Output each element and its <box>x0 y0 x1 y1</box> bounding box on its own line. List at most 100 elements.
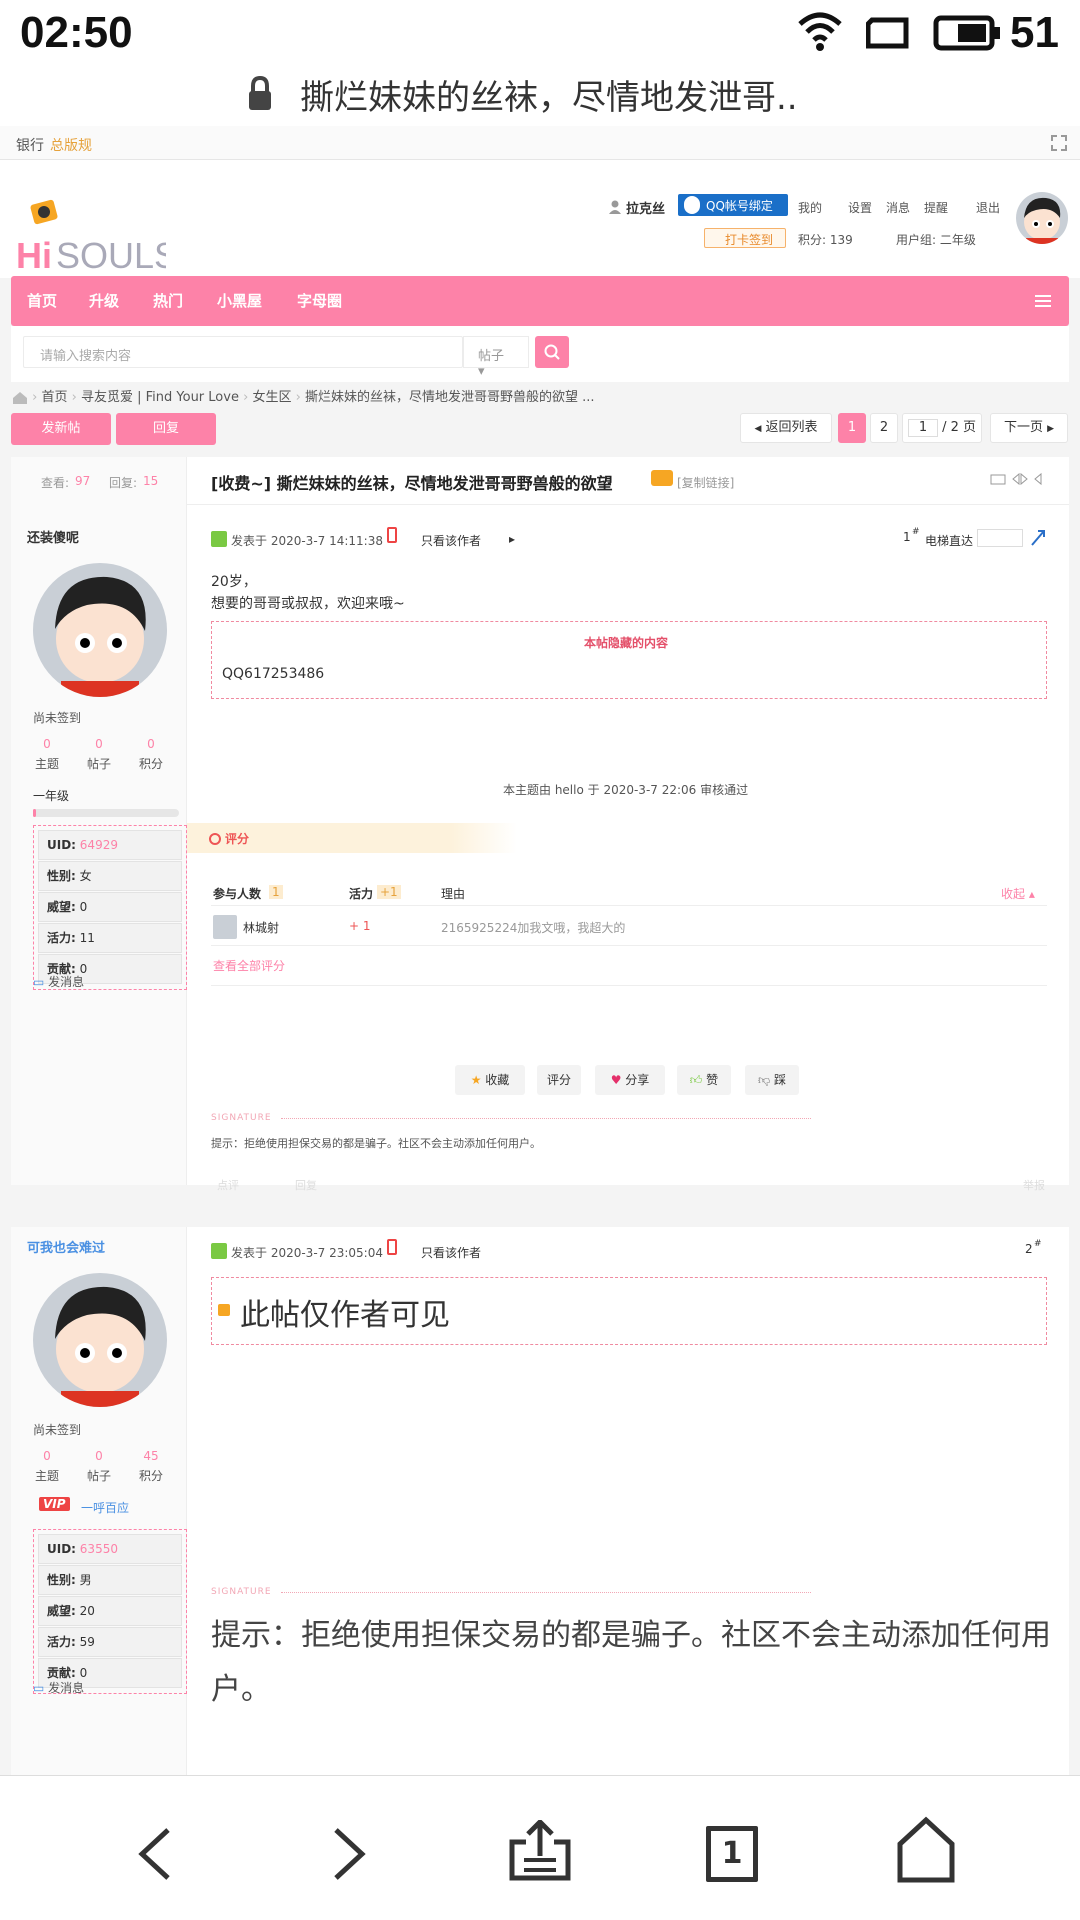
copy-link[interactable]: [复制链接] <box>677 474 734 491</box>
menu-icon[interactable] <box>1035 294 1051 308</box>
rating-header: 评分 <box>187 823 517 853</box>
messages-link[interactable]: 消息 <box>886 199 910 216</box>
nav-item-home[interactable]: 首页 <box>27 290 57 311</box>
next-page-button[interactable]: 下一页 ▶ <box>990 413 1068 443</box>
jump-icon[interactable] <box>1029 527 1047 547</box>
post-1-avatar[interactable] <box>33 563 167 697</box>
rating-value: + 1 <box>349 919 371 933</box>
search-button[interactable] <box>535 336 569 368</box>
lock-icon <box>249 76 271 110</box>
post-2-points[interactable]: 45 <box>131 1449 171 1463</box>
points-menu[interactable]: 积分: 139 <box>798 231 853 248</box>
rating-reason: 2165925224加我文哦，我超大的 <box>441 921 626 935</box>
post-1-topics[interactable]: 0 <box>27 737 67 751</box>
logout-link[interactable]: 退出 <box>976 199 1000 216</box>
post-2-only-author[interactable]: 只看该作者 <box>421 1244 481 1261</box>
page-2-button[interactable]: 2 <box>870 413 898 443</box>
post-2-send-message[interactable]: ▭ 发消息 <box>33 1679 84 1696</box>
thumbs-down-icon: 👎︎ <box>757 1073 771 1087</box>
home-icon[interactable] <box>12 391 28 405</box>
site-header: Hi SOULS 拉克丝 QQ帐号绑定 我的 设置 消息 提醒 退出 打卡签到 … <box>0 160 1080 278</box>
settings-link[interactable]: 设置 <box>848 199 872 216</box>
reminders-menu[interactable]: 提醒 <box>924 199 948 216</box>
share-button[interactable]: ♥ 分享 <box>595 1065 665 1095</box>
header-avatar[interactable] <box>1016 192 1068 244</box>
nav-item-letters[interactable]: 字母圈 <box>297 290 342 311</box>
views-count: 97 <box>75 474 91 488</box>
page-jump[interactable]: 1 / 2 页 <box>902 413 982 443</box>
rating-user[interactable]: 林城射 <box>243 919 279 936</box>
checkin-button[interactable]: 打卡签到 <box>704 228 786 248</box>
nav-item-hot[interactable]: 热门 <box>153 290 183 311</box>
rules-link[interactable]: 总版规 <box>50 135 92 155</box>
tabs-button[interactable]: 1 <box>706 1826 758 1882</box>
main-nav: 首页 升级 热门 小黑屋 字母圈 <box>11 276 1069 326</box>
post-1-prestige: 0 <box>79 900 88 914</box>
breadcrumb-section[interactable]: 寻友觅爱 | Find Your Love <box>81 390 239 405</box>
mine-menu[interactable]: 我的 <box>798 199 822 216</box>
post-2-signin: 尚未签到 <box>33 1423 82 1437</box>
audit-note: 本主题由 hello 于 2020-3-7 22:06 审核通过 <box>503 783 749 797</box>
breadcrumb-forum[interactable]: 女生区 <box>252 390 291 405</box>
vip-badge: VIP <box>39 1497 70 1511</box>
post-1-posts[interactable]: 0 <box>79 737 119 751</box>
qq-bind-button[interactable]: QQ帐号绑定 <box>678 194 788 216</box>
post-1-send-message[interactable]: ▭ 发消息 <box>33 973 84 990</box>
fullscreen-icon[interactable] <box>1050 134 1068 152</box>
post-2-profile: UID: 63550 性别: 男 威望: 20 活力: 59 贡献: 0 <box>33 1529 187 1694</box>
elevator-input[interactable] <box>977 529 1023 547</box>
view-all-ratings[interactable]: 查看全部评分 <box>213 957 285 974</box>
back-to-list-button[interactable]: ◀ 返回列表 <box>740 413 832 443</box>
post-2-contribution: 0 <box>79 1666 88 1680</box>
post-1-comment[interactable]: 点评 <box>217 1177 239 1193</box>
post-2-floor[interactable]: 2 <box>1025 1242 1033 1256</box>
post-2-avatar[interactable] <box>33 1273 167 1407</box>
search-input[interactable]: 请输入搜索内容 <box>23 336 463 368</box>
post-1-only-author[interactable]: 只看该作者 <box>421 532 481 549</box>
home-icon[interactable] <box>896 1816 956 1884</box>
page-1-button[interactable]: 1 <box>838 413 866 443</box>
breadcrumb-home[interactable]: 首页 <box>41 390 67 405</box>
post-2-author[interactable]: 可我也会难过 <box>27 1237 105 1256</box>
breadcrumb-thread: 撕烂妹妹的丝袜，尽情地发泄哥哥野兽般的欲望 ... <box>304 390 595 405</box>
post-1-reply[interactable]: 回复 <box>295 1177 317 1193</box>
post-1-report[interactable]: 举报 <box>1023 1177 1045 1193</box>
page-input[interactable]: 1 <box>907 419 938 437</box>
site-logo[interactable]: Hi SOULS <box>16 198 178 276</box>
post-1-uid[interactable]: 64929 <box>80 838 118 852</box>
post-1-points[interactable]: 0 <box>131 737 171 751</box>
post-2-topics[interactable]: 0 <box>27 1449 67 1463</box>
usergroup-menu[interactable]: 用户组: 二年级 <box>896 231 976 248</box>
nav-item-blackroom[interactable]: 小黑屋 <box>217 290 262 311</box>
share-icon[interactable] <box>508 1820 572 1882</box>
rate-button[interactable]: 评分 <box>537 1065 581 1095</box>
print-nav-icons[interactable] <box>989 471 1055 487</box>
like-button[interactable]: 👍︎ 赞 <box>677 1065 731 1095</box>
dislike-button[interactable]: 👎︎ 踩 <box>745 1065 799 1095</box>
post-2-posts[interactable]: 0 <box>79 1449 119 1463</box>
forward-icon[interactable] <box>330 1826 370 1882</box>
post-2-uid[interactable]: 63550 <box>80 1542 118 1556</box>
post-1-floor[interactable]: 1 <box>903 530 911 544</box>
rating-collapse[interactable]: 收起 ▴ <box>1001 885 1035 902</box>
lock-icon <box>218 1304 230 1316</box>
post-2-vitality: 59 <box>79 1635 95 1649</box>
search-type-select[interactable]: 帖子 ▾ <box>463 336 529 379</box>
search-icon <box>544 344 560 360</box>
post-1-author[interactable]: 还装傻呢 <box>27 527 79 546</box>
reply-button[interactable]: 回复 <box>116 413 216 445</box>
back-icon[interactable] <box>134 1826 174 1882</box>
browser-bottom-bar: 1 <box>0 1775 1080 1920</box>
favorite-button[interactable]: ★ 收藏 <box>455 1065 525 1095</box>
new-post-button[interactable]: 发新帖 <box>11 413 111 445</box>
bank-link[interactable]: 银行 <box>16 135 44 155</box>
rating-icon <box>209 833 221 845</box>
status-time: 02:50 <box>20 8 133 57</box>
replies-label: 回复: <box>109 476 138 490</box>
nav-item-upgrade[interactable]: 升级 <box>89 290 119 311</box>
rating-vitality-total: +1 <box>377 885 401 899</box>
logo-mascot-icon: Hi SOULS <box>16 199 178 276</box>
rating-user-avatar[interactable] <box>213 915 237 939</box>
username-link[interactable]: 拉克丝 <box>626 198 665 217</box>
avatar-face-icon <box>55 1286 146 1407</box>
